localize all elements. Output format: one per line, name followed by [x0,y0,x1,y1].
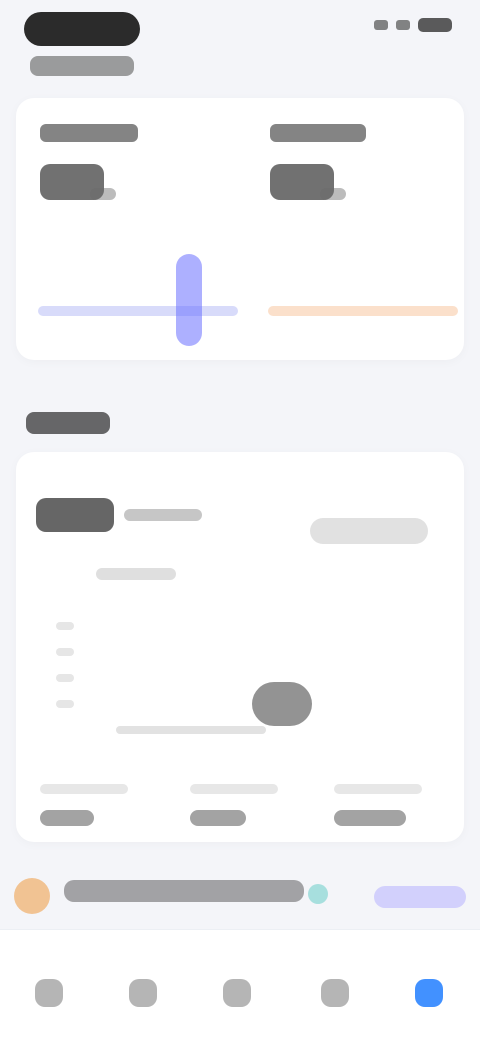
signal-icon [374,20,388,30]
banner-badge-icon [14,878,50,914]
details-y-axis [56,622,78,742]
status-bar-icons [374,18,452,32]
banner-status-icon [308,884,328,904]
app-screen [0,0,480,1040]
footer-stat-1 [40,784,160,834]
nav-item-messages[interactable] [206,962,268,1024]
sparkline-left [38,252,238,346]
banner-text [64,880,304,902]
period-selector[interactable] [310,518,428,544]
footer-stat-1-value [40,810,94,826]
banner-action-button[interactable] [374,886,466,908]
metric-left [40,124,230,200]
metric-left-unit [90,188,116,200]
battery-icon [418,18,452,32]
details-subcaption [96,568,176,580]
home-icon [35,979,63,1007]
footer-stat-2-label [190,784,278,794]
details-chart-line [116,726,266,734]
details-chart [56,622,436,772]
footer-stat-1-label [40,784,128,794]
metric-left-title [40,124,138,142]
nav-item-grid[interactable] [304,962,366,1024]
metric-right [270,124,460,200]
footer-stat-2 [190,784,310,834]
details-card[interactable] [16,452,464,842]
details-caption [124,509,202,521]
footer-stat-3 [334,784,454,834]
details-header [36,498,202,532]
footer-stat-2-value [190,810,246,826]
y-axis-tick [56,622,74,630]
details-footer [40,784,440,834]
sparkline-left-line [38,306,238,316]
metric-right-title [270,124,366,142]
sparkline-right [268,252,458,342]
metric-right-unit [320,188,346,200]
grid-icon [321,979,349,1007]
footer-stat-3-label [334,784,422,794]
nav-item-profile[interactable] [398,962,460,1024]
sparkline-left-peak [176,254,202,346]
nav-item-list[interactable] [112,962,174,1024]
footer-stat-3-value [334,810,406,826]
nav-item-home[interactable] [18,962,80,1024]
top-bar [0,0,480,90]
y-axis-tick [56,674,74,682]
bottom-navigation [0,929,480,1040]
details-main-value [36,498,114,532]
y-axis-tick [56,700,74,708]
message-icon [223,979,251,1007]
section-title [26,412,110,434]
app-subtitle [30,56,134,76]
sparkline-right-line [268,306,458,316]
summary-card[interactable] [16,98,464,360]
details-chart-marker[interactable] [252,682,312,726]
app-logo [24,12,140,46]
profile-icon [415,979,443,1007]
y-axis-tick [56,648,74,656]
list-icon [129,979,157,1007]
wifi-icon [396,20,410,30]
promo-banner[interactable] [0,866,480,914]
